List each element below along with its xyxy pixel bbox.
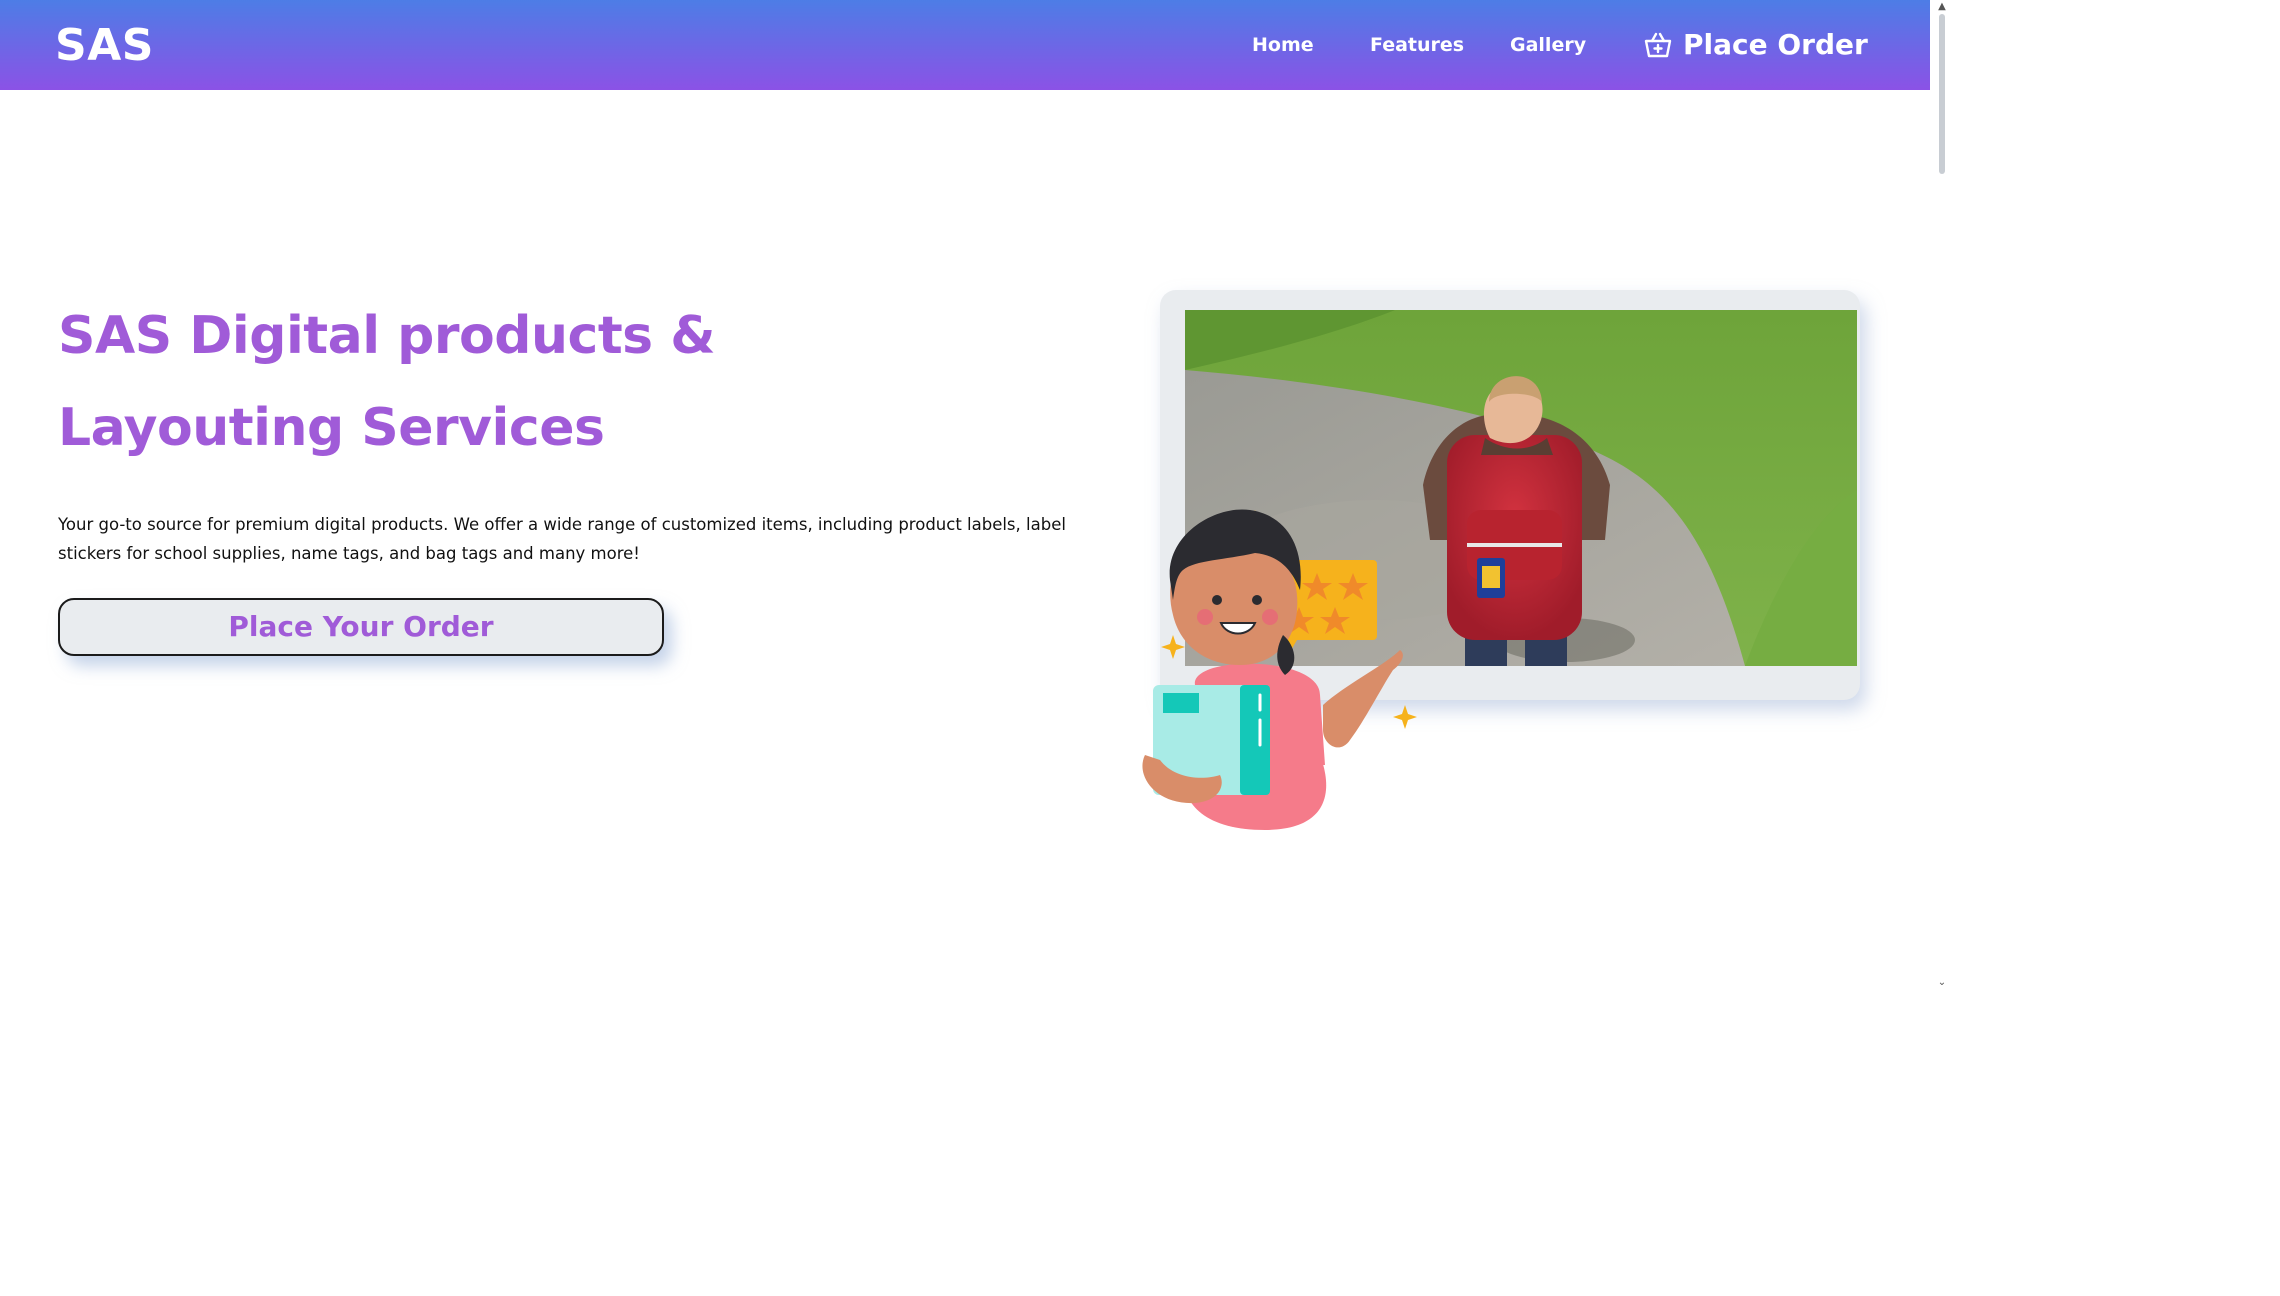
girl-with-books-illustration [1142, 509, 1417, 830]
scroll-down-arrow-icon[interactable]: ⌄ [1935, 976, 1949, 990]
nav-place-order-button[interactable]: Place Order [1643, 24, 1868, 66]
nav-place-order-label: Place Order [1683, 28, 1868, 61]
hero-title: SAS Digital products & Layouting Service… [58, 290, 1058, 474]
basket-icon [1644, 32, 1672, 58]
brand-logo[interactable]: SAS [55, 18, 154, 74]
hero-title-line-2: Layouting Services [58, 398, 605, 458]
place-your-order-button[interactable]: Place Your Order [58, 598, 664, 656]
scrollbar-thumb[interactable] [1939, 14, 1945, 174]
page: SAS Home Features Gallery Place Order SA… [0, 0, 1930, 1296]
nav-link-gallery[interactable]: Gallery [1510, 30, 1586, 60]
hero-description: Your go-to source for premium digital pr… [58, 515, 1066, 563]
browser-viewport: SAS Home Features Gallery Place Order SA… [0, 0, 2280, 1296]
nav-link-features[interactable]: Features [1370, 30, 1464, 60]
nav-link-home[interactable]: Home [1252, 30, 1314, 60]
scroll-up-arrow-icon[interactable]: ▲ [1935, 0, 1949, 14]
top-navbar: SAS Home Features Gallery Place Order [0, 0, 1930, 90]
hero-title-line-1: SAS Digital products & [58, 306, 716, 366]
